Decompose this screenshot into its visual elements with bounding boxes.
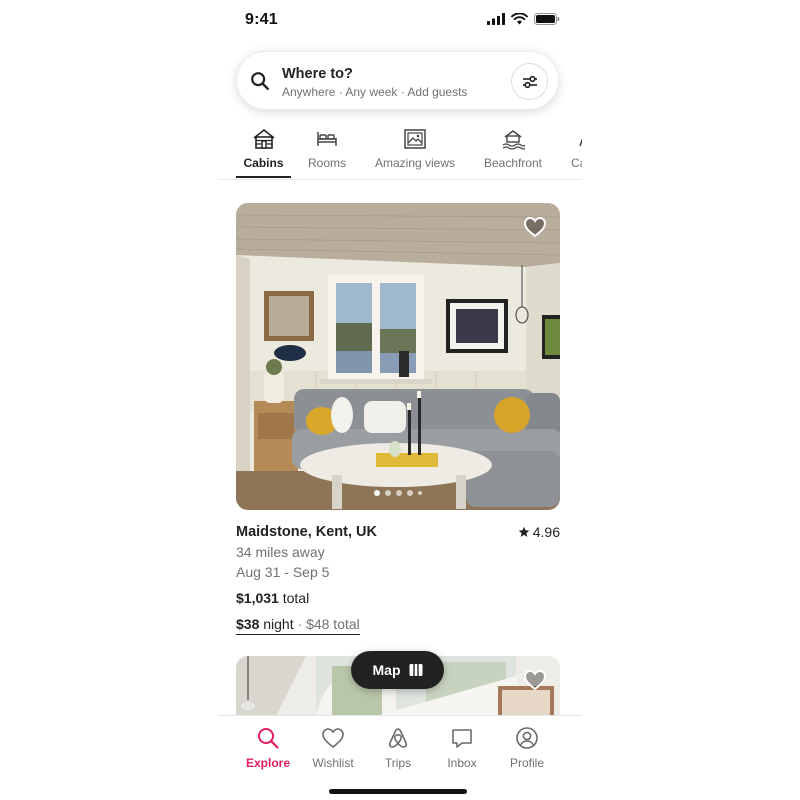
message-icon bbox=[452, 729, 472, 748]
save-wishlist-icon[interactable] bbox=[523, 216, 547, 238]
pagination-dot bbox=[418, 491, 422, 495]
category-amazing-views[interactable]: Amazing views bbox=[370, 124, 460, 180]
listing-distance: 34 miles away bbox=[236, 544, 325, 560]
listing-rating: 4.96 bbox=[518, 522, 560, 542]
phone-screen: 9:41 Where to? Anywhere · Any week · Add… bbox=[218, 0, 582, 800]
search-icon bbox=[251, 72, 269, 90]
heart-icon bbox=[322, 728, 344, 749]
home-indicator[interactable] bbox=[329, 789, 467, 794]
airbnb-logo-icon bbox=[388, 728, 408, 748]
star-icon bbox=[518, 526, 530, 537]
category-label: Beachfront bbox=[483, 156, 543, 170]
nav-label: Inbox bbox=[447, 756, 477, 770]
nav-profile[interactable]: Profile bbox=[495, 726, 559, 770]
pagination-dot bbox=[407, 490, 413, 496]
category-label: Ca bbox=[571, 156, 582, 170]
battery-icon bbox=[534, 13, 560, 25]
partial-category-icon bbox=[579, 138, 582, 147]
listing-nightly-price[interactable]: $38 night · $48 total bbox=[236, 614, 360, 635]
status-bar: 9:41 bbox=[218, 0, 582, 42]
listing-photo[interactable] bbox=[236, 203, 560, 510]
search-title: Where to? bbox=[282, 66, 353, 82]
rating-value: 4.96 bbox=[532, 524, 560, 540]
category-cabins[interactable]: Cabins bbox=[236, 124, 291, 180]
category-label: Amazing views bbox=[374, 156, 456, 170]
nav-inbox[interactable]: Inbox bbox=[430, 726, 494, 770]
night-price-label: night bbox=[263, 616, 294, 632]
living-room-photo bbox=[236, 203, 560, 510]
listing-location: Maidstone, Kent, UK bbox=[236, 524, 377, 540]
category-label: Rooms bbox=[307, 156, 346, 170]
nav-wishlist[interactable]: Wishlist bbox=[301, 726, 365, 770]
category-partial[interactable]: Ca bbox=[571, 124, 582, 180]
filter-sliders-icon bbox=[522, 75, 537, 88]
map-button[interactable]: Map bbox=[351, 651, 444, 689]
nav-label: Trips bbox=[384, 756, 412, 770]
category-label: Cabins bbox=[243, 156, 284, 170]
pagination-dot bbox=[385, 490, 391, 496]
price-separator: · bbox=[297, 616, 303, 632]
search-subtitle: Anywhere · Any week · Add guests bbox=[282, 85, 468, 99]
photo-pagination-dots bbox=[236, 490, 560, 496]
listing-total-price: $1,031 total bbox=[236, 588, 560, 608]
wifi-icon bbox=[511, 13, 528, 25]
cellular-signal-icon bbox=[487, 13, 505, 25]
listing-dates: Aug 31 - Sep 5 bbox=[236, 564, 330, 580]
pagination-dot bbox=[396, 490, 402, 496]
nav-label: Profile bbox=[509, 756, 544, 770]
framed-picture-icon bbox=[404, 129, 426, 149]
save-wishlist-icon-2[interactable] bbox=[523, 669, 547, 691]
filter-button[interactable] bbox=[511, 63, 548, 100]
listing-info[interactable]: Maidstone, Kent, UK 4.96 34 miles away A… bbox=[236, 522, 560, 635]
profile-icon bbox=[516, 727, 538, 749]
status-icons bbox=[487, 13, 560, 25]
fee-total: $48 total bbox=[306, 616, 360, 632]
category-rooms[interactable]: Rooms bbox=[304, 124, 350, 180]
search-icon bbox=[258, 728, 279, 749]
map-button-label: Map bbox=[372, 662, 401, 678]
nav-label: Explore bbox=[245, 756, 290, 770]
pagination-dot bbox=[374, 490, 380, 496]
map-icon bbox=[409, 664, 422, 676]
active-category-underline bbox=[236, 176, 291, 178]
night-price-value: $38 bbox=[236, 616, 260, 632]
search-text[interactable]: Where to? Anywhere · Any week · Add gues… bbox=[282, 65, 467, 100]
search-bar[interactable]: Where to? Anywhere · Any week · Add gues… bbox=[236, 51, 559, 110]
status-time: 9:41 bbox=[245, 11, 278, 28]
nav-trips[interactable]: Trips bbox=[366, 726, 430, 770]
total-price-label: total bbox=[282, 590, 310, 606]
bed-icon bbox=[317, 132, 337, 146]
category-bar: Cabins Rooms Amazing views Beachfront C bbox=[218, 124, 582, 180]
bottom-navigation: Explore Wishlist Trips Inbox Profile bbox=[218, 715, 582, 800]
nav-label: Wishlist bbox=[312, 756, 354, 770]
nav-explore[interactable]: Explore bbox=[236, 726, 300, 770]
category-beachfront[interactable]: Beachfront bbox=[480, 124, 546, 180]
beach-house-icon bbox=[502, 130, 525, 150]
cabin-icon bbox=[253, 129, 274, 149]
total-price-value: $1,031 bbox=[236, 590, 279, 606]
